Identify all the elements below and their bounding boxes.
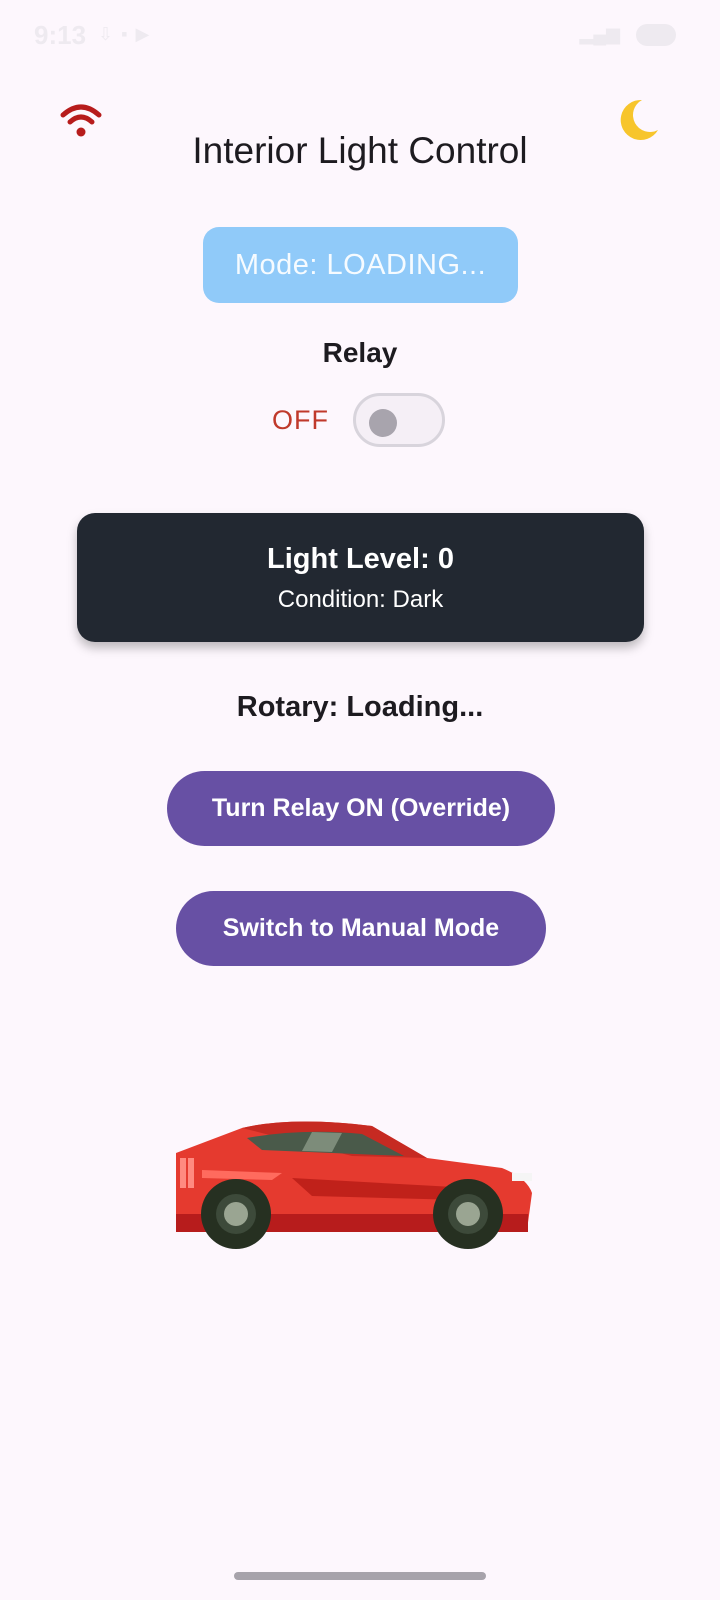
notification-icons: ⇩ ▪ ▶ — [98, 24, 149, 45]
rotary-status: Rotary: Loading... — [236, 691, 484, 723]
relay-toggle-thumb — [369, 409, 397, 437]
light-level-text: Light Level: 0 — [267, 543, 454, 575]
relay-override-button[interactable]: Turn Relay ON (Override) — [167, 771, 555, 846]
mode-status-button[interactable]: Mode: LOADING... — [203, 227, 518, 303]
battery-icon — [636, 24, 676, 46]
switch-mode-button[interactable]: Switch to Manual Mode — [176, 891, 546, 966]
relay-toggle[interactable] — [353, 393, 445, 447]
page-title: Interior Light Control — [192, 130, 528, 171]
light-level-card: Light Level: 0 Condition: Dark — [77, 513, 644, 642]
sim-icon: ▪ — [121, 24, 128, 44]
relay-label: Relay — [322, 337, 398, 368]
light-condition-text: Condition: Dark — [277, 586, 444, 613]
nav-gesture-handle[interactable] — [234, 1572, 486, 1580]
status-bar: 9:13 ⇩ ▪ ▶ ▂▄▆ — [0, 0, 720, 70]
car-image — [172, 1118, 552, 1258]
signal-icon: ▂▄▆ — [579, 24, 620, 44]
status-time: 9:13 — [34, 20, 87, 50]
video-icon: ▶ — [135, 24, 150, 44]
relay-row: OFF — [272, 393, 445, 447]
notification-icon: ⇩ — [98, 24, 114, 44]
relay-state-text: OFF — [272, 404, 329, 435]
